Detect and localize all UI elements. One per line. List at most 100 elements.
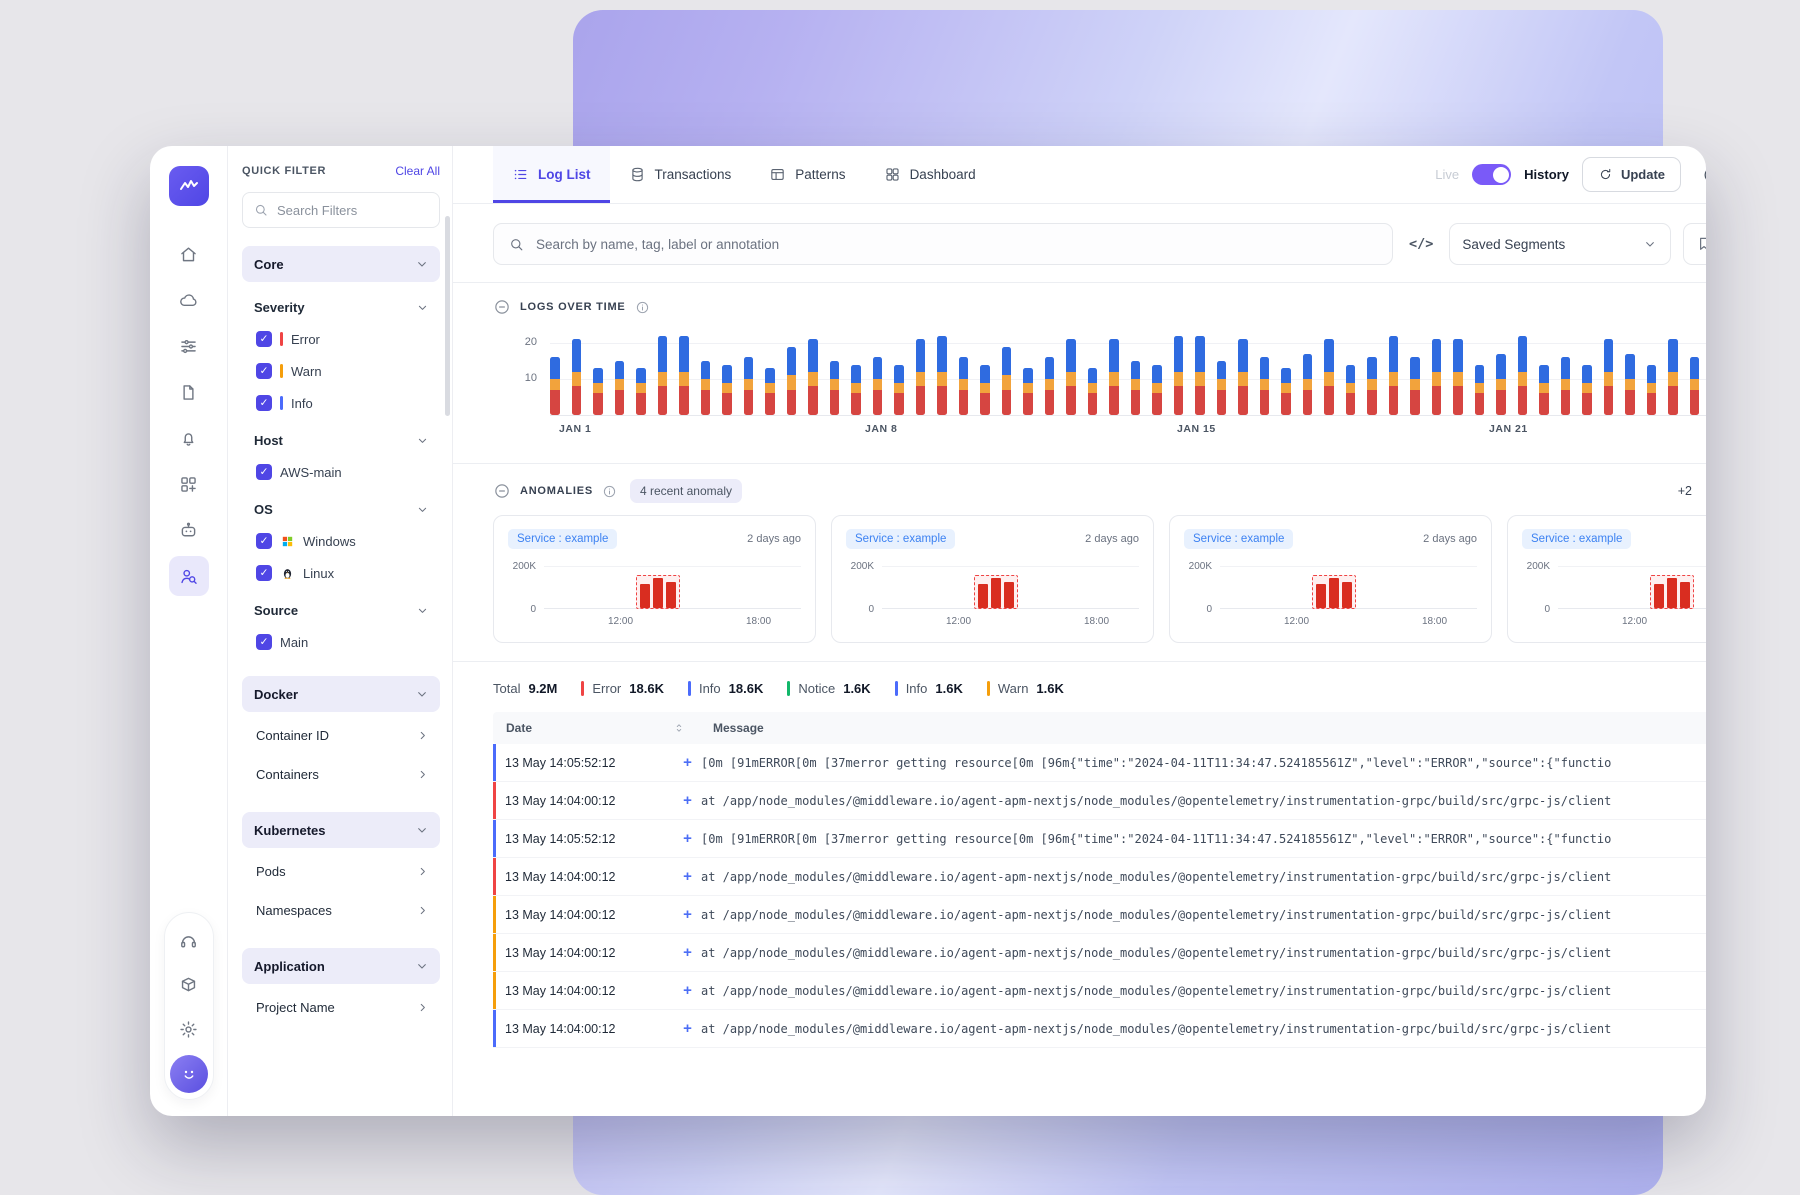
log-volume-bar[interactable]	[1346, 365, 1356, 415]
log-volume-bar[interactable]	[1604, 339, 1614, 415]
log-volume-bar[interactable]	[1174, 336, 1184, 415]
rail-grid-add-button[interactable]	[169, 464, 209, 504]
log-volume-bar[interactable]	[787, 347, 797, 415]
log-volume-bar[interactable]	[1023, 368, 1033, 415]
anomaly-overflow-count[interactable]: +2	[1678, 484, 1692, 498]
log-row[interactable]: 13 May 14:04:00:12 + at /app/node_module…	[493, 782, 1706, 820]
log-volume-bar[interactable]	[1432, 339, 1442, 415]
expand-row-button[interactable]: +	[674, 830, 701, 847]
log-volume-bar[interactable]	[1475, 365, 1485, 415]
time-range-button[interactable]	[1694, 157, 1706, 193]
collapse-section-button[interactable]	[493, 298, 511, 316]
log-volume-bar[interactable]	[808, 339, 818, 415]
anomaly-bars[interactable]	[1650, 575, 1694, 609]
log-volume-bar[interactable]	[550, 357, 560, 415]
log-volume-bar[interactable]	[1410, 357, 1420, 415]
log-search-input[interactable]	[536, 237, 1378, 252]
rail-bot-button[interactable]	[169, 510, 209, 550]
middleware-logo[interactable]	[169, 166, 209, 206]
rail-package-add-button[interactable]	[169, 965, 209, 1005]
log-row[interactable]: 13 May 14:04:00:12 + at /app/node_module…	[493, 972, 1706, 1010]
log-volume-bar[interactable]	[572, 339, 582, 415]
checkbox-checked-icon[interactable]: ✓	[256, 464, 272, 480]
filter-option-warn[interactable]: ✓ Warn	[242, 355, 440, 387]
sort-icon[interactable]	[672, 721, 686, 735]
checkbox-checked-icon[interactable]: ✓	[256, 331, 272, 347]
tab-transactions[interactable]: Transactions	[610, 146, 751, 203]
filter-link-pods[interactable]: Pods	[242, 852, 440, 891]
log-volume-bar[interactable]	[1582, 365, 1592, 415]
anomaly-card[interactable]: Service : example 2 days ago 200K 0 12:0…	[1507, 515, 1706, 643]
log-volume-bar[interactable]	[916, 339, 926, 415]
log-row[interactable]: 13 May 14:04:00:12 + at /app/node_module…	[493, 1010, 1706, 1048]
filter-option-error[interactable]: ✓ Error	[242, 323, 440, 355]
update-button[interactable]: Update	[1582, 157, 1681, 192]
log-volume-bar[interactable]	[1088, 368, 1098, 415]
live-history-toggle[interactable]	[1472, 164, 1511, 185]
filter-group-source[interactable]: Source	[242, 589, 440, 626]
log-volume-bar[interactable]	[1324, 339, 1334, 415]
log-volume-bar[interactable]	[1496, 354, 1506, 415]
expand-row-button[interactable]: +	[674, 868, 701, 885]
filter-link-containers[interactable]: Containers	[242, 755, 440, 794]
log-volume-bar[interactable]	[1195, 336, 1205, 415]
log-volume-bar[interactable]	[1539, 365, 1549, 415]
log-volume-bar[interactable]	[1453, 339, 1463, 415]
log-volume-bar[interactable]	[1367, 357, 1377, 415]
service-chip[interactable]: Service : example	[846, 529, 955, 549]
log-volume-bar[interactable]	[1045, 357, 1055, 415]
log-volume-bar[interactable]	[701, 361, 711, 415]
filter-option-linux[interactable]: ✓ Linux	[242, 557, 440, 589]
log-volume-bar[interactable]	[636, 368, 646, 415]
checkbox-checked-icon[interactable]: ✓	[256, 533, 272, 549]
anomaly-bars[interactable]	[636, 575, 680, 609]
checkbox-checked-icon[interactable]: ✓	[256, 565, 272, 581]
log-row[interactable]: 13 May 14:05:52:12 + [0m [91mERROR[0m [3…	[493, 744, 1706, 782]
log-volume-bar[interactable]	[765, 368, 775, 415]
log-volume-bar[interactable]	[722, 365, 732, 415]
log-volume-bar[interactable]	[1109, 339, 1119, 415]
log-volume-bar[interactable]	[615, 361, 625, 415]
expand-row-button[interactable]: +	[674, 944, 701, 961]
log-volume-bar[interactable]	[744, 357, 754, 415]
filter-link-container-id[interactable]: Container ID	[242, 716, 440, 755]
log-row[interactable]: 13 May 14:05:52:12 + [0m [91mERROR[0m [3…	[493, 820, 1706, 858]
date-column-header[interactable]: Date	[506, 721, 532, 735]
filter-scrollbar[interactable]	[445, 216, 450, 416]
anomaly-bars[interactable]	[1312, 575, 1356, 609]
filter-section-kubernetes[interactable]: Kubernetes	[242, 812, 440, 848]
rail-cloud-button[interactable]	[169, 280, 209, 320]
log-volume-bar[interactable]	[679, 336, 689, 415]
log-row[interactable]: 13 May 14:04:00:12 + at /app/node_module…	[493, 934, 1706, 972]
log-volume-bar[interactable]	[1690, 357, 1700, 415]
log-volume-bar[interactable]	[593, 368, 603, 415]
log-volume-bar[interactable]	[830, 361, 840, 415]
filter-group-os[interactable]: OS	[242, 488, 440, 525]
filter-section-application[interactable]: Application	[242, 948, 440, 984]
expand-row-button[interactable]: +	[674, 1020, 701, 1037]
log-volume-bar[interactable]	[1647, 365, 1657, 415]
log-search[interactable]	[493, 223, 1393, 265]
log-volume-bar[interactable]	[1668, 339, 1678, 415]
anomaly-card[interactable]: Service : example 2 days ago 200K 0 12:0…	[493, 515, 816, 643]
log-volume-bar[interactable]	[1066, 339, 1076, 415]
log-row[interactable]: 13 May 14:04:00:12 + at /app/node_module…	[493, 896, 1706, 934]
rail-document-button[interactable]	[169, 372, 209, 412]
save-segment-button[interactable]	[1683, 223, 1706, 265]
service-chip[interactable]: Service : example	[508, 529, 617, 549]
log-volume-bar[interactable]	[1217, 361, 1227, 415]
log-volume-bar[interactable]	[1260, 357, 1270, 415]
clear-all-button[interactable]: Clear All	[395, 164, 440, 178]
log-volume-bar[interactable]	[851, 365, 861, 415]
log-volume-bar[interactable]	[1303, 354, 1313, 415]
tab-dashboard[interactable]: Dashboard	[865, 146, 995, 203]
filter-option-info[interactable]: ✓ Info	[242, 387, 440, 419]
log-volume-bar[interactable]	[1561, 357, 1571, 415]
query-syntax-button[interactable]: </>	[1405, 230, 1437, 258]
filter-link-namespaces[interactable]: Namespaces	[242, 891, 440, 930]
rail-user-search-button[interactable]	[169, 556, 209, 596]
log-volume-bar[interactable]	[937, 336, 947, 415]
log-volume-bar[interactable]	[1131, 361, 1141, 415]
filter-group-severity[interactable]: Severity	[242, 286, 440, 323]
log-row[interactable]: 13 May 14:04:00:12 + at /app/node_module…	[493, 858, 1706, 896]
